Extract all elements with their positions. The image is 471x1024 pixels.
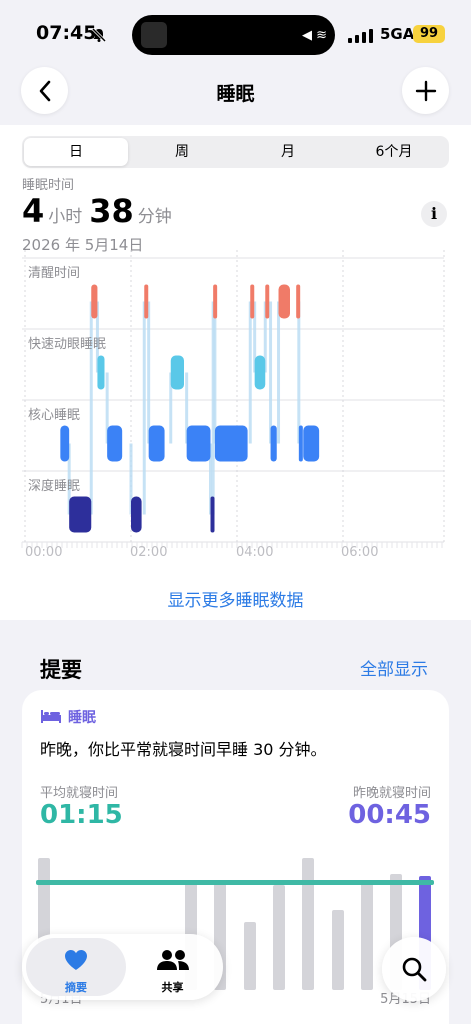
stage-segment-core [148, 425, 165, 462]
stage-segment-deep [131, 496, 142, 533]
stage-segment-core [107, 425, 123, 462]
average-line [36, 880, 434, 885]
card-message: 昨晚，你比平常就寝时间早睡 30 分钟。 [40, 740, 327, 759]
stage-segment-deep [69, 496, 92, 533]
tab-week[interactable]: 周 [130, 138, 234, 166]
period-selector: 日 周 月 6个月 [22, 136, 449, 168]
bedtime-bar [244, 922, 256, 990]
sleep-stage-chart[interactable] [0, 250, 471, 550]
add-data-button[interactable] [402, 67, 449, 114]
tab-six-months[interactable]: 6个月 [342, 138, 446, 166]
tab-month[interactable]: 月 [236, 138, 340, 166]
sleep-detail-panel: 07:45 ◀ ≋ 5GA 99 睡眠 日 周 月 6个月 睡眠时间 4 小时 38… [0, 0, 471, 620]
now-playing-artwork-icon [141, 22, 167, 48]
network-type: 5GA [380, 25, 415, 43]
stage-segment-core [270, 425, 277, 462]
stage-label-core: 核心睡眠 [28, 408, 81, 423]
bedtime-bar [273, 885, 285, 990]
stage-segment-core [298, 425, 303, 462]
show-all-link[interactable]: 全部显示 [360, 655, 428, 680]
page-title: 睡眠 [216, 83, 255, 105]
stage-segment-awake [265, 284, 270, 319]
battery-icon: 99 [413, 25, 445, 43]
stage-segment-awake [91, 284, 98, 319]
x-tick: 00:00 [25, 545, 63, 560]
bottom-tab-bar: 摘要 共享 [22, 934, 223, 1000]
status-time: 07:45 [36, 22, 97, 44]
stage-label-deep: 深度睡眠 [28, 479, 81, 494]
last-bedtime-label: 昨晚就寝时间 [352, 786, 431, 801]
bedtime-bar [361, 882, 373, 990]
info-icon[interactable]: i [421, 201, 447, 227]
bed-icon [41, 710, 61, 723]
stage-segment-core [214, 425, 248, 462]
stage-segment-awake [213, 284, 218, 319]
tab-day[interactable]: 日 [24, 138, 128, 166]
tab-summary[interactable]: 摘要 [26, 938, 126, 996]
sleep-minutes: 38 [89, 192, 134, 230]
stage-segment-deep [210, 496, 215, 533]
stage-segment-core [303, 425, 320, 462]
plus-icon [415, 80, 436, 101]
bell-muted-icon [91, 27, 107, 43]
signal-icon [348, 29, 373, 43]
tab-sharing-label: 共享 [161, 981, 184, 994]
x-tick: 06:00 [341, 545, 379, 560]
stage-label-awake: 清醒时间 [28, 266, 81, 281]
x-tick: 04:00 [236, 545, 274, 560]
search-icon [402, 957, 427, 982]
people-icon [156, 950, 189, 970]
show-more-sleep-data-link[interactable]: 显示更多睡眠数据 [0, 586, 471, 611]
stage-segment-rem [254, 355, 266, 390]
heart-icon [65, 950, 87, 970]
summary-title: 提要 [40, 658, 82, 682]
stage-segment-awake [278, 284, 290, 319]
stage-segment-core [186, 425, 211, 462]
bedtime-bar [332, 910, 344, 990]
sleep-time-label: 睡眠时间 [22, 178, 75, 193]
speaker-icon: ◀ ≋ [302, 28, 328, 43]
bedtime-bar [302, 858, 314, 990]
tab-summary-label: 摘要 [65, 981, 87, 994]
tab-sharing[interactable]: 共享 [126, 938, 219, 996]
last-bedtime-value: 00:45 [348, 800, 431, 830]
dynamic-island[interactable]: ◀ ≋ [132, 15, 335, 55]
stage-label-rem: 快速动眼睡眠 [28, 337, 107, 352]
avg-bedtime-value: 01:15 [40, 800, 123, 830]
avg-bedtime-label: 平均就寝时间 [40, 786, 119, 801]
x-tick: 02:00 [130, 545, 168, 560]
sleep-hours-unit: 小时 [48, 207, 83, 227]
stage-segment-rem [97, 355, 105, 390]
stage-segment-awake [144, 284, 149, 319]
card-category: 睡眠 [68, 710, 96, 726]
sleep-total: 4 小时 38 分钟 [22, 192, 179, 230]
stage-segment-core [60, 425, 70, 462]
sleep-minutes-unit: 分钟 [137, 207, 172, 227]
sleep-hours: 4 [22, 192, 45, 230]
stage-segment-rem [170, 355, 184, 390]
stage-segment-awake [250, 284, 255, 319]
stage-segment-awake [296, 284, 301, 319]
search-button[interactable] [382, 937, 446, 1001]
